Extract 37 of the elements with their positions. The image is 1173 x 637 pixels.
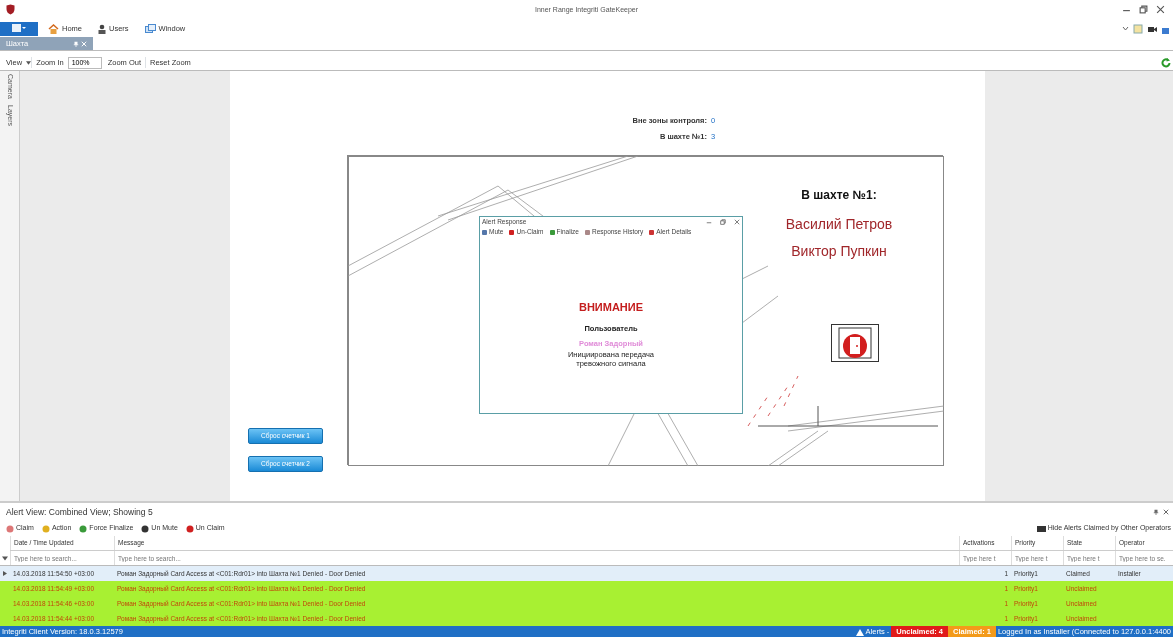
toolbar-icon: [79, 524, 88, 533]
toolbar-icon: [185, 524, 194, 533]
pin-icon[interactable]: [73, 40, 79, 47]
toolbar-icon: [41, 524, 50, 533]
window-icon: [144, 23, 156, 34]
restore-icon[interactable]: [1139, 5, 1148, 14]
pin-icon[interactable]: [1153, 509, 1159, 515]
person-name: Василий Петров: [785, 214, 893, 234]
shield-logo-icon: [6, 4, 15, 15]
close-icon[interactable]: [1163, 509, 1169, 515]
door-icon: [831, 323, 879, 362]
restore-icon[interactable]: [720, 219, 726, 225]
toolbar-icon: [649, 229, 655, 235]
warning-icon: [855, 628, 864, 636]
app-menu-button[interactable]: [0, 21, 38, 36]
warning-heading: ВНИМАНИЕ: [578, 299, 644, 315]
filter-icon[interactable]: [2, 555, 8, 561]
toolbar-icon: [549, 229, 555, 235]
close-icon[interactable]: [1156, 5, 1165, 14]
row-pointer-icon: [3, 571, 7, 576]
home-icon: [48, 23, 59, 34]
person-name: Виктор Пупкин: [791, 241, 887, 261]
plan-heading: В шахте №1:: [801, 186, 877, 204]
toolbar-icon: [482, 229, 487, 235]
minimize-icon[interactable]: [706, 219, 712, 225]
toolbar-icon: [141, 524, 150, 533]
toolbar-icon: [509, 229, 515, 235]
panel-title: Alert View: Combined View; Showing 5: [6, 505, 153, 519]
toolbar-icon: [6, 524, 14, 533]
monitor-icon: [1036, 524, 1046, 533]
close-icon[interactable]: [734, 219, 740, 225]
caret-icon[interactable]: [26, 60, 32, 65]
menu-icon: [12, 24, 26, 33]
chevron-icon[interactable]: [1122, 26, 1129, 31]
refresh-icon[interactable]: [1161, 57, 1171, 68]
toolbar-icon: [584, 229, 590, 235]
user-icon: [98, 23, 106, 34]
